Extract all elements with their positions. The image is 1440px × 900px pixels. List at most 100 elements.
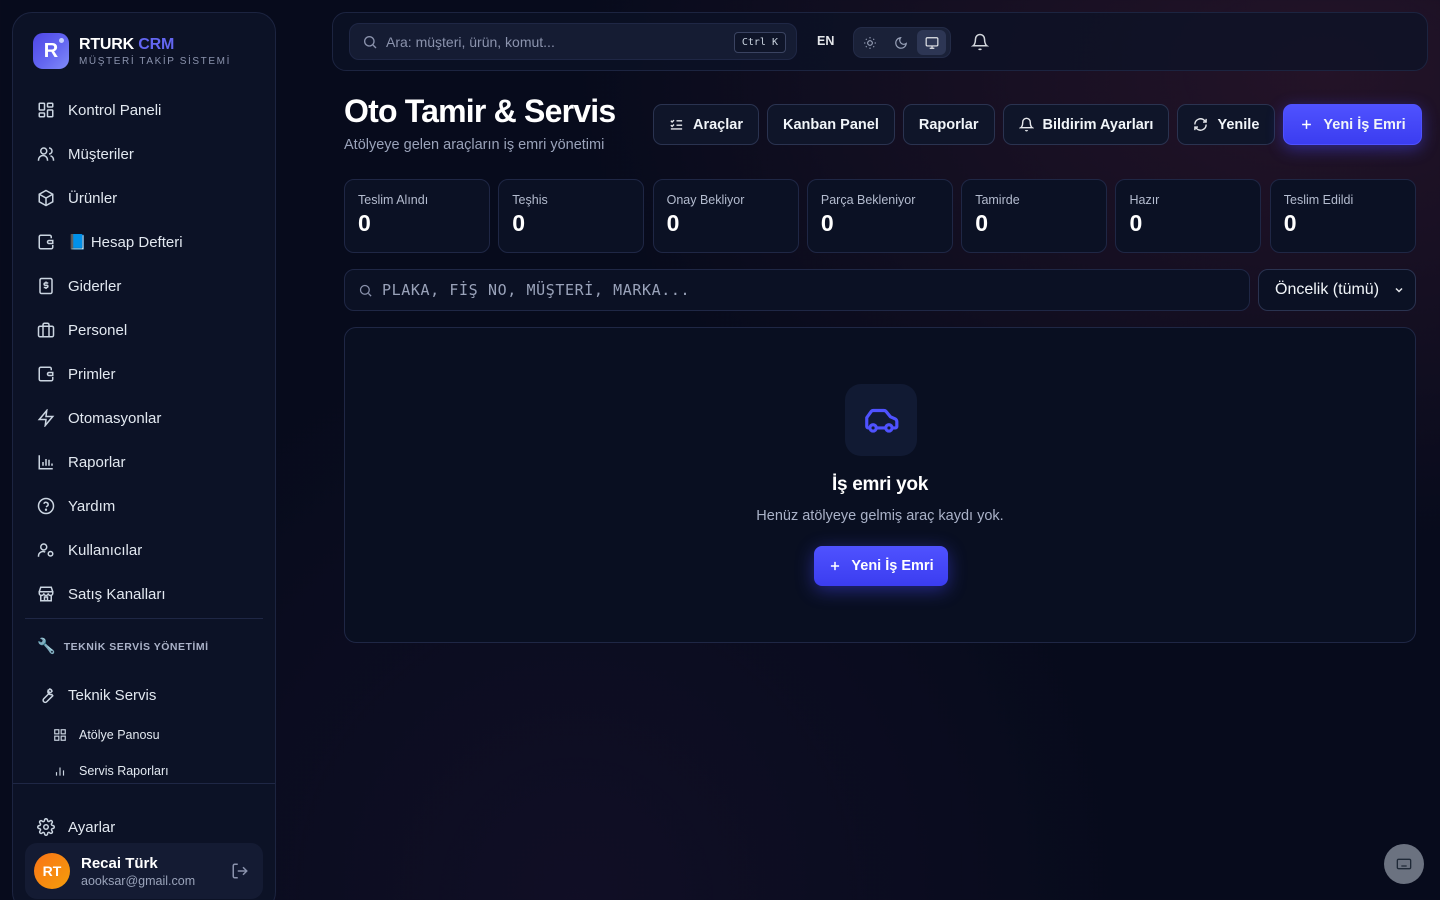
brand-subtitle: MÜŞTERİ TAKİP SİSTEMİ [79,55,231,67]
work-order-search-input[interactable]: PLAKA, FİŞ NO, MÜŞTERİ, MARKA... [382,281,690,299]
notification-settings-label: Bildirim Ayarları [1042,116,1154,133]
theme-system-button[interactable] [917,30,947,55]
receipt-icon [37,277,55,295]
briefcase-icon [37,321,55,339]
sidebar-item-hesap-defteri[interactable]: 📘 Hesap Defteri [25,220,265,264]
sidebar-item-teknik-servis[interactable]: Teknik Servis [25,673,265,717]
zap-icon [37,409,55,427]
status-stats: Teslim Alındı 0 Teşhis 0 Onay Bekliyor 0… [344,179,1416,253]
topbar: Ara: müşteri, ürün, komut... Ctrl K EN [332,12,1428,71]
bell-icon[interactable] [971,33,989,51]
sidebar-item-raporlar[interactable]: Raporlar [25,440,265,484]
package-icon [37,189,55,207]
sidebar-item-label: Müşteriler [68,145,134,163]
sidebar-subitem-label: Servis Raporları [79,764,169,778]
wallet-icon [37,365,55,383]
sidebar-item-kullanicilar[interactable]: Kullanıcılar [25,528,265,572]
logout-icon[interactable] [231,862,249,880]
stat-card[interactable]: Teşhis 0 [498,179,645,253]
section-title: 🔧 TEKNİK SERVİS YÖNETİMİ [37,639,209,654]
user-name: Recai Türk [81,854,158,872]
sidebar-nav: Kontrol Paneli Müşteriler Ürünler 📘 Hesa… [25,88,265,616]
work-orders-panel: İş emri yok Henüz atölyeye gelmiş araç k… [344,327,1416,643]
reports-button[interactable]: Raporlar [902,104,995,145]
stat-card[interactable]: Onay Bekliyor 0 [652,179,799,253]
moon-icon [894,36,908,50]
monitor-icon [925,36,939,50]
sidebar-item-label: Primler [68,365,116,383]
empty-state-subtitle: Henüz atölyeye gelmiş araç kaydı yok. [756,508,1004,524]
stat-card[interactable]: Hazır 0 [1115,179,1262,253]
keyboard-icon [1396,856,1412,872]
list-check-icon [669,117,684,132]
stat-label: Teslim Alındı [358,193,429,207]
sidebar-item-musteriler[interactable]: Müşteriler [25,132,265,176]
empty-new-work-order-button[interactable]: Yeni İş Emri [814,546,948,586]
sidebar-item-satis-kanallari[interactable]: Satış Kanalları [25,572,265,616]
theme-dark-button[interactable] [887,30,916,55]
sidebar-item-otomasyonlar[interactable]: Otomasyonlar [25,396,265,440]
stat-value: 0 [358,210,371,236]
sidebar-item-kontrol-paneli[interactable]: Kontrol Paneli [25,88,265,132]
sun-icon [863,36,877,50]
theme-light-button[interactable] [856,30,885,55]
grid-icon [53,728,67,742]
sidebar-item-label: Raporlar [68,453,126,471]
bar-chart-icon [53,764,67,778]
tools-button[interactable]: Araçlar [653,104,759,145]
sidebar-item-label: Otomasyonlar [68,409,162,427]
reports-button-label: Raporlar [918,116,979,133]
plus-icon [828,559,842,573]
logo-dot [59,38,64,43]
work-order-search[interactable]: PLAKA, FİŞ NO, MÜŞTERİ, MARKA... [344,269,1250,311]
sidebar-item-urunler[interactable]: Ürünler [25,176,265,220]
priority-select[interactable]: Öncelik (tümü) [1258,269,1416,311]
help-icon [37,497,55,515]
new-work-order-button[interactable]: Yeni İş Emri [1283,104,1422,145]
dashboard-icon [37,101,55,119]
wrench-icon [37,686,55,704]
sidebar-subitem-atolye-panosu[interactable]: Atölye Panosu [25,717,265,753]
sidebar-item-label: Kullanıcılar [68,541,143,559]
stat-label: Parça Bekleniyor [820,193,916,207]
language-toggle[interactable]: EN [817,34,834,48]
stat-card[interactable]: Tamirde 0 [961,179,1108,253]
sidebar-item-label: Teknik Servis [68,686,157,704]
kanban-button[interactable]: Kanban Panel [766,104,895,145]
search-input[interactable]: Ara: müşteri, ürün, komut... [386,34,555,50]
user-email: aooksar@gmail.com [81,873,196,888]
sidebar-item-yardim[interactable]: Yardım [25,484,265,528]
search-icon [362,34,378,50]
brand[interactable]: R RTURK CRM MÜŞTERİ TAKİP SİSTEMİ [33,33,231,69]
refresh-button[interactable]: Yenile [1177,104,1276,145]
global-search[interactable]: Ara: müşteri, ürün, komut... Ctrl K [349,23,797,60]
empty-new-work-order-label: Yeni İş Emri [851,558,934,574]
sidebar-item-label: Kontrol Paneli [68,101,162,119]
tools-button-label: Araçlar [693,116,743,133]
avatar: RT [34,853,70,889]
sidebar-divider [25,618,263,619]
bell-icon [1018,117,1034,132]
sidebar-item-label: Personel [68,321,128,339]
users-icon [37,145,55,163]
theme-switcher [853,27,951,58]
chevron-down-icon [1393,284,1405,296]
sidebar-item-personel[interactable]: Personel [25,308,265,352]
keyboard-shortcuts-button[interactable] [1384,844,1424,884]
sidebar-item-label: Satış Kanalları [68,585,166,603]
new-work-order-label: Yeni İş Emri [1323,116,1406,133]
brand-name: RTURK CRM [79,36,231,54]
stat-card[interactable]: Teslim Edildi 0 [1269,179,1416,253]
stat-card[interactable]: Parça Bekleniyor 0 [806,179,953,253]
user-card[interactable]: RT Recai Türk aooksar@gmail.com [25,843,263,899]
brand-logo: R [33,33,69,69]
stat-value: 0 [666,210,680,236]
brand-logo-letter: R [43,39,59,62]
store-icon [37,585,55,603]
stat-card[interactable]: Teslim Alındı 0 [344,179,490,253]
notification-settings-button[interactable]: Bildirim Ayarları [1002,104,1170,145]
sidebar-item-giderler[interactable]: Giderler [25,264,265,308]
sidebar-item-label: Giderler [68,277,122,295]
gear-icon [37,818,55,836]
sidebar-item-primler[interactable]: Primler [25,352,265,396]
